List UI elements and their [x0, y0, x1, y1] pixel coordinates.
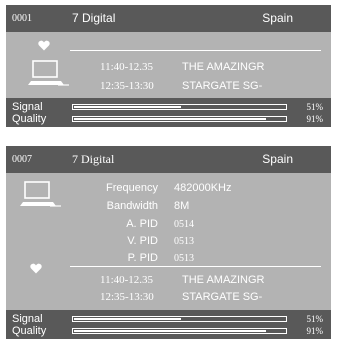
- quality-bar-fill: [74, 118, 266, 120]
- heart-icon: [30, 263, 42, 274]
- program-now-title: THE AMAZINGR: [182, 61, 265, 73]
- frequency-label: Frequency: [106, 182, 158, 194]
- quality-label: Quality: [12, 113, 47, 125]
- signal-label: Signal: [12, 313, 43, 325]
- program-now-time: 11:40-12.35: [100, 61, 154, 73]
- laptop-icon: [28, 60, 70, 95]
- audio-pid-label: A. PID: [126, 218, 158, 230]
- channel-number: 0001: [12, 13, 32, 24]
- frequency-value: 482000KHz: [174, 182, 232, 194]
- channel-info-panel-detailed: 0007 7 Digital Spain Frequency 482000KHz…: [6, 146, 331, 339]
- divider: [70, 266, 321, 267]
- quality-label: Quality: [12, 325, 47, 337]
- signal-percent: 51%: [306, 314, 324, 324]
- bandwidth-label: Bandwidth: [106, 200, 158, 212]
- heart-icon: [38, 40, 50, 51]
- pcr-pid-label: P. PID: [127, 252, 158, 264]
- program-next-title: STARGATE SG-: [182, 80, 263, 92]
- channel-header: 0001 7 Digital Spain: [6, 5, 331, 32]
- program-next-title: STARGATE SG-: [182, 291, 263, 303]
- program-now-title: THE AMAZINGR: [182, 274, 265, 286]
- channel-info-panel-compact: 0001 7 Digital Spain 11:40-12.35 THE AMA…: [6, 5, 331, 127]
- signal-quality-section: Signal Quality 51% 91%: [6, 310, 331, 339]
- video-pid-label: V. PID: [127, 235, 158, 247]
- quality-percent: 91%: [306, 326, 324, 336]
- divider: [70, 50, 321, 51]
- signal-quality-section: Signal Quality 51% 91%: [6, 98, 331, 127]
- quality-percent: 91%: [306, 114, 324, 124]
- signal-bar: [72, 104, 287, 110]
- signal-bar-fill: [74, 106, 181, 108]
- bandwidth-value: 8M: [174, 200, 190, 212]
- quality-bar: [72, 328, 287, 334]
- program-next-time: 12:35-13:30: [100, 291, 154, 303]
- laptop-icon: [20, 181, 62, 216]
- audio-pid-value: 0514: [174, 219, 194, 230]
- signal-label: Signal: [12, 101, 43, 113]
- quality-bar: [72, 116, 287, 122]
- quality-bar-fill: [74, 330, 266, 332]
- channel-country: Spain: [262, 152, 293, 166]
- channel-name: 7 Digital: [72, 152, 115, 166]
- signal-bar-fill: [74, 318, 181, 320]
- video-pid-value: 0513: [174, 236, 194, 247]
- channel-country: Spain: [262, 11, 293, 25]
- signal-bar: [72, 316, 287, 322]
- channel-name: 7 Digital: [72, 11, 116, 25]
- channel-number: 0007: [12, 154, 32, 165]
- pcr-pid-value: 0513: [174, 253, 194, 264]
- channel-header: 0007 7 Digital Spain: [6, 146, 331, 173]
- signal-percent: 51%: [306, 102, 324, 112]
- program-next-time: 12:35-13:30: [100, 80, 154, 92]
- program-now-time: 11:40-12.35: [100, 274, 154, 286]
